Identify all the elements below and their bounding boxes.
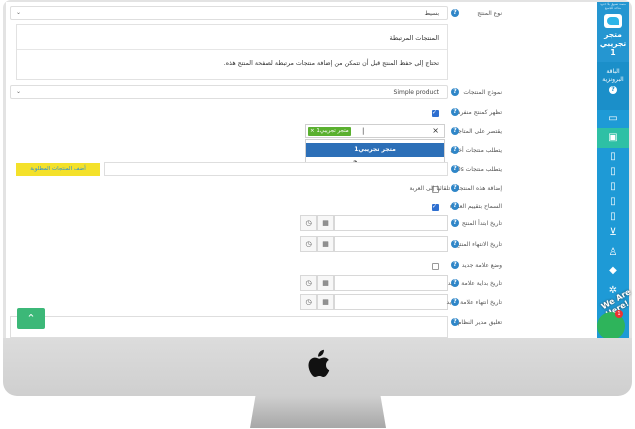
clock-icon[interactable]: ◷ xyxy=(300,275,317,291)
package-help-icon[interactable]: ? xyxy=(609,86,617,94)
stores-label: يقتصر على المتاجر xyxy=(454,128,502,135)
user-icon[interactable]: ♙ xyxy=(606,246,620,260)
tag-remove-icon[interactable]: × xyxy=(310,128,315,134)
sidebar: منصة تسوق بلا حدود متاحة للجميع متجر تجر… xyxy=(597,2,629,338)
cart-icon[interactable]: ⊻ xyxy=(606,226,620,240)
calendar-icon[interactable]: ▦ xyxy=(317,236,334,252)
chevron-down-icon: ⌄ xyxy=(16,9,22,16)
brand-tagline: منصة تسوق بلا حدود متاحة للجميع xyxy=(600,2,626,10)
available-end-input[interactable] xyxy=(334,236,448,252)
help-icon[interactable]: ? xyxy=(451,184,459,192)
allow-reviews-checkbox[interactable] xyxy=(432,202,439,212)
calendar-icon[interactable]: ▦ xyxy=(317,275,334,291)
show-single-label: تظهر كمنتج منفرد xyxy=(457,109,502,116)
store-icon[interactable]: ▣ xyxy=(606,131,620,145)
available-end-label: تاريخ الانتهاء المنتج xyxy=(455,241,502,248)
scroll-to-top-button[interactable]: ⌃ xyxy=(17,308,45,329)
help-icon[interactable]: ? xyxy=(451,261,459,269)
help-icon[interactable]: ? xyxy=(451,298,459,306)
admin-comment-label: تعليق مدير النظام xyxy=(457,319,502,326)
brand-name: متجر تجريبي 1 xyxy=(599,30,627,57)
file-icon[interactable]: ▯ xyxy=(606,180,620,194)
calendar-icon[interactable]: ▦ xyxy=(317,215,334,231)
available-start-date: ◷ ▦ xyxy=(300,215,448,231)
help-icon[interactable]: ? xyxy=(451,202,459,210)
product-type-label: نوع المنتج xyxy=(477,10,502,17)
store-tag[interactable]: × متجر تجريبي1 xyxy=(308,127,351,136)
clock-icon[interactable]: ◷ xyxy=(300,215,317,231)
clear-icon[interactable]: × xyxy=(432,126,439,135)
help-icon[interactable]: ? xyxy=(451,279,459,287)
sidebar-brand[interactable]: منصة تسوق بلا حدود متاحة للجميع متجر تجر… xyxy=(597,2,629,62)
clock-icon[interactable]: ◷ xyxy=(300,294,317,310)
product-type-value: بسيط xyxy=(424,10,439,17)
product-template-select[interactable]: Simple product ⌄ xyxy=(10,85,448,99)
file-icon[interactable]: ▯ xyxy=(606,210,620,224)
help-icon[interactable]: ? xyxy=(451,318,459,326)
apple-logo-icon xyxy=(308,349,330,378)
divider xyxy=(17,49,447,50)
related-products-panel: المنتجات المرتبطة تحتاج إلى حفظ المنتج ق… xyxy=(16,24,448,80)
mark-new-checkbox[interactable] xyxy=(432,263,439,270)
new-start-input[interactable] xyxy=(334,275,448,291)
product-type-select[interactable]: بسيط ⌄ xyxy=(10,6,448,20)
help-icon[interactable]: ? xyxy=(451,127,459,135)
calendar-icon[interactable]: ▦ xyxy=(317,294,334,310)
required-ids-input[interactable] xyxy=(104,162,448,176)
product-template-value: Simple product xyxy=(393,89,439,96)
file-icon[interactable]: ▯ xyxy=(606,165,620,179)
available-start-input[interactable] xyxy=(334,215,448,231)
package-label: الباقة البرونزية xyxy=(602,68,624,83)
new-start-date: ◷ ▦ xyxy=(300,275,448,291)
admin-comment-textarea[interactable] xyxy=(10,316,448,338)
chevron-down-icon: ⌄ xyxy=(16,88,22,95)
monitor-stand xyxy=(250,396,386,428)
stage: منصة تسوق بلا حدود متاحة للجميع متجر تجر… xyxy=(0,0,635,429)
file-icon[interactable]: ▯ xyxy=(606,150,620,164)
store-tag-label: متجر تجريبي1 xyxy=(316,128,349,134)
help-icon[interactable]: ? xyxy=(451,219,459,227)
file-icon[interactable]: ▯ xyxy=(606,195,620,209)
store-option[interactable]: متجر تجريبي1 xyxy=(306,143,444,157)
screen: منصة تسوق بلا حدود متاحة للجميع متجر تجر… xyxy=(6,2,629,338)
monitor-icon[interactable]: ▭ xyxy=(606,112,620,126)
text-cursor: | xyxy=(362,127,365,135)
help-icon[interactable]: ? xyxy=(451,240,459,248)
help-icon[interactable]: ? xyxy=(451,165,459,173)
available-start-label: تاريخ ابتدأ المنتج xyxy=(461,220,502,227)
show-single-checkbox[interactable] xyxy=(432,108,439,118)
new-end-input[interactable] xyxy=(334,294,448,310)
brand-logo-icon xyxy=(604,14,622,28)
help-icon[interactable]: ? xyxy=(451,88,459,96)
mark-new-label: وضع علامة جديد xyxy=(461,262,502,269)
tag-icon[interactable]: ◆ xyxy=(606,264,620,278)
chat-badge: 1 xyxy=(615,310,623,318)
sidebar-package[interactable]: الباقة البرونزية ? xyxy=(597,62,629,110)
available-end-date: ◷ ▦ xyxy=(300,236,448,252)
help-icon[interactable]: ? xyxy=(451,108,459,116)
help-icon[interactable]: ? xyxy=(451,9,459,17)
required-ids-label: يتطلب منتجات IDs xyxy=(454,166,502,173)
stores-multiselect[interactable]: × متجر تجريبي1 | × xyxy=(305,124,445,138)
product-template-label: نموذج المنتجات xyxy=(463,89,502,96)
related-panel-note: تحتاج إلى حفظ المنتج قبل أن تتمكن من إضا… xyxy=(223,60,439,67)
clock-icon[interactable]: ◷ xyxy=(300,236,317,252)
new-end-date: ◷ ▦ xyxy=(300,294,448,310)
related-panel-title: المنتجات المرتبطة xyxy=(389,34,439,42)
help-icon[interactable]: ? xyxy=(451,146,459,154)
add-required-products-button[interactable]: أضف المنتجات المطلوبة xyxy=(16,163,100,176)
